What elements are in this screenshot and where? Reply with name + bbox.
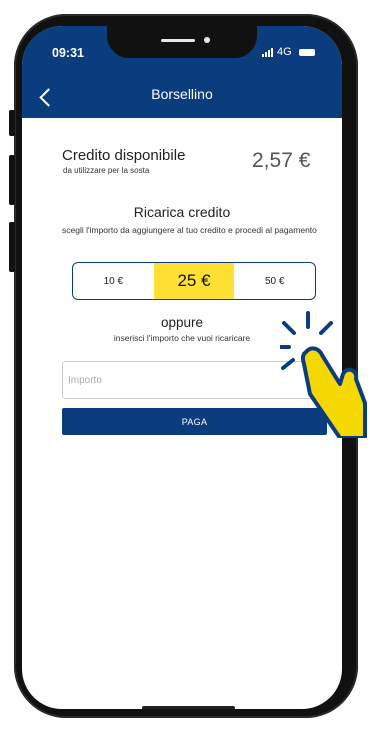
status-time: 09:31 — [52, 46, 84, 60]
page-title: Borsellino — [151, 86, 213, 102]
amount-option-10[interactable]: 10 € — [73, 263, 154, 299]
amount-option-25[interactable]: 25 € — [153, 263, 235, 299]
phone-side-button — [9, 110, 15, 136]
phone-notch — [107, 26, 257, 58]
recharge-title: Ricarica credito — [133, 204, 231, 220]
amount-selector: 10 € 25 € 50 € — [72, 262, 316, 300]
network-type: 4G — [277, 46, 292, 58]
credit-label: Credito disponibile — [62, 147, 186, 164]
amount-input[interactable] — [68, 362, 288, 398]
credit-sublabel: da utilizzare per la sosta — [63, 166, 150, 175]
amount-option-50[interactable]: 50 € — [234, 263, 315, 299]
battery-icon — [298, 48, 315, 56]
recharge-description: scegli l'importo da aggiungere al tuo cr… — [62, 225, 317, 235]
phone-side-button — [9, 155, 15, 205]
credit-amount: 2,57 € — [252, 149, 311, 172]
status-indicators: 4G — [262, 46, 315, 58]
phone-side-button — [9, 222, 15, 272]
signal-icon — [262, 47, 273, 57]
home-indicator[interactable] — [142, 706, 235, 709]
tap-hand-icon — [280, 311, 367, 438]
